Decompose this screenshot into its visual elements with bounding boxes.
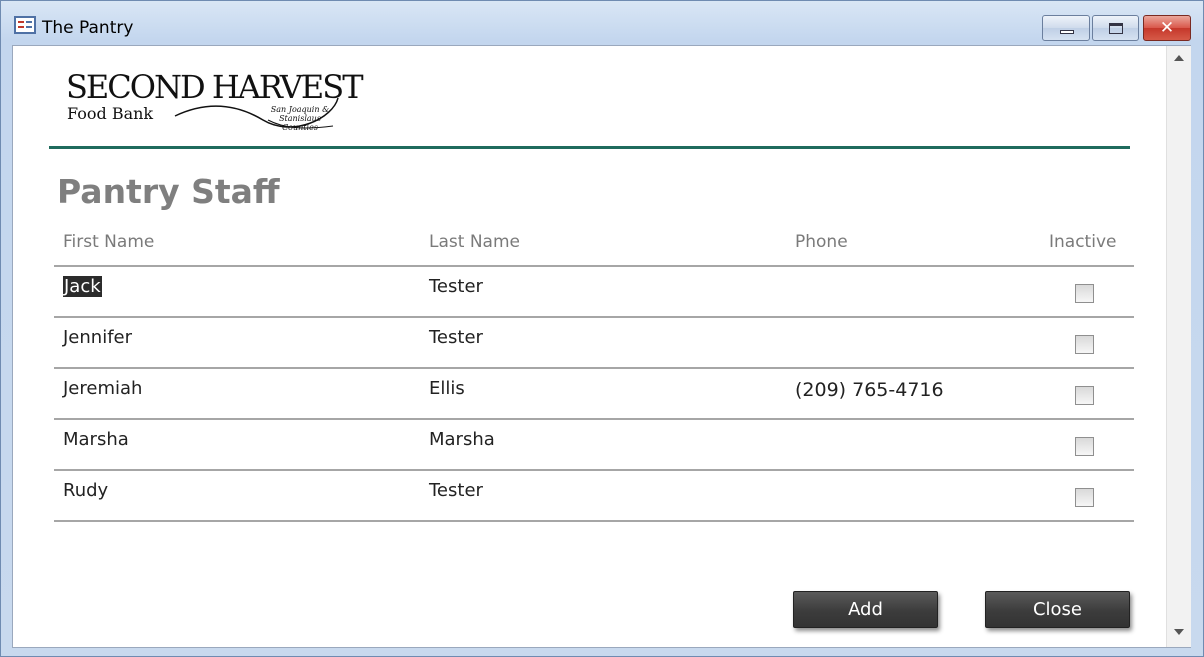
maximize-button[interactable] [1092, 15, 1139, 41]
column-header-last-name: Last Name [429, 232, 520, 252]
table-row: Marsha Marsha [54, 418, 1134, 469]
add-button[interactable]: Add [793, 591, 938, 628]
table-row: Jeremiah Ellis (209) 765-4716 [54, 367, 1134, 418]
close-icon: ✕ [1159, 18, 1175, 38]
inactive-checkbox[interactable] [1075, 284, 1094, 303]
first-name-field[interactable]: Marsha [63, 429, 129, 450]
inactive-checkbox[interactable] [1075, 488, 1094, 507]
second-harvest-logo: SECOND HARVEST Food Bank San Joaquin & S… [63, 68, 364, 140]
page-title: Pantry Staff [57, 172, 280, 211]
table-row: Jack Tester [54, 265, 1134, 316]
minimize-icon [1060, 30, 1074, 34]
table-row: Jennifer Tester [54, 316, 1134, 367]
logo-swoosh-icon [174, 97, 339, 129]
close-button[interactable]: Close [985, 591, 1130, 628]
first-name-field[interactable]: Jennifer [63, 327, 132, 348]
last-name-field[interactable]: Tester [429, 480, 483, 501]
last-name-field[interactable]: Tester [429, 327, 483, 348]
arrow-down-icon [1174, 629, 1184, 635]
arrow-up-icon [1174, 55, 1184, 61]
vertical-scrollbar[interactable] [1166, 46, 1191, 647]
table-row: Rudy Tester [54, 469, 1134, 522]
last-name-field[interactable]: Tester [429, 276, 483, 297]
app-window: The Pantry ✕ SECOND HARVEST Food Bank Sa… [0, 0, 1204, 657]
title-bar[interactable]: The Pantry ✕ [1, 1, 1203, 45]
close-window-button[interactable]: ✕ [1143, 15, 1191, 41]
column-header-first-name: First Name [63, 232, 155, 252]
first-name-field[interactable]: Jeremiah [63, 378, 142, 399]
last-name-field[interactable]: Marsha [429, 429, 495, 450]
form-body: SECOND HARVEST Food Bank San Joaquin & S… [12, 45, 1191, 648]
first-name-field[interactable]: Jack [63, 276, 102, 297]
inactive-checkbox[interactable] [1075, 437, 1094, 456]
minimize-button[interactable] [1042, 15, 1090, 41]
column-header-phone: Phone [795, 232, 848, 252]
inactive-checkbox[interactable] [1075, 335, 1094, 354]
column-header-inactive: Inactive [1049, 232, 1117, 252]
form-icon [14, 16, 36, 34]
first-name-field[interactable]: Rudy [63, 480, 108, 501]
inactive-checkbox[interactable] [1075, 386, 1094, 405]
scroll-track[interactable] [1167, 70, 1191, 620]
header-divider [49, 146, 1130, 149]
last-name-field[interactable]: Ellis [429, 378, 465, 399]
logo-sub-text: Food Bank [67, 104, 154, 123]
scroll-up-button[interactable] [1167, 48, 1191, 68]
maximize-icon [1109, 23, 1123, 34]
scroll-down-button[interactable] [1167, 622, 1191, 642]
phone-field[interactable]: (209) 765-4716 [795, 379, 944, 401]
window-title: The Pantry [42, 18, 134, 38]
